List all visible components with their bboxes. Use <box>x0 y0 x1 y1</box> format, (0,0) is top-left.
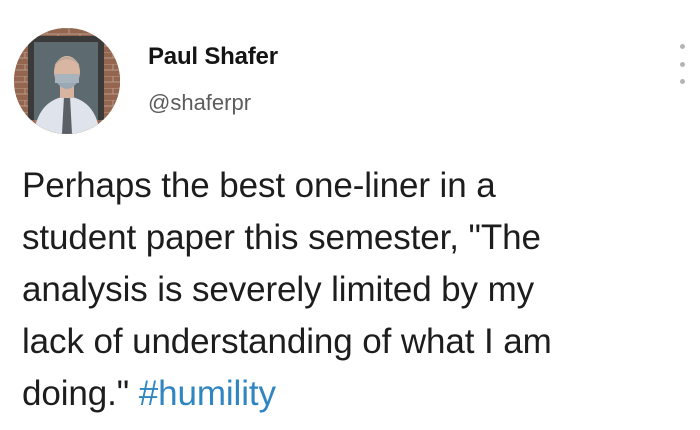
tweet-text-line: lack of understanding of what I am <box>22 322 552 361</box>
tweet-text-line: analysis is severely limited by my <box>22 270 535 309</box>
avatar-photo <box>14 28 120 134</box>
tweet-text-line: Perhaps the best one-liner in a <box>22 166 496 205</box>
tweet-card: Paul Shafer @shaferpr Perhaps the best o… <box>0 0 700 430</box>
tweet-text-segment: doing." <box>22 374 139 413</box>
tweet-text: Perhaps the best one-liner in a student … <box>22 160 692 420</box>
avatar[interactable] <box>14 28 120 134</box>
tweet-text-line-last: doing." #humility <box>22 368 692 420</box>
more-dot <box>679 79 685 84</box>
more-vertical-icon[interactable] <box>676 44 688 84</box>
tweet-text-line: student paper this semester, "The <box>22 218 541 257</box>
author-display-name[interactable]: Paul Shafer <box>148 43 278 71</box>
author-handle[interactable]: @shaferpr <box>148 90 251 116</box>
more-dot <box>679 44 685 49</box>
more-dot <box>679 61 685 67</box>
hashtag-link[interactable]: #humility <box>139 374 276 413</box>
